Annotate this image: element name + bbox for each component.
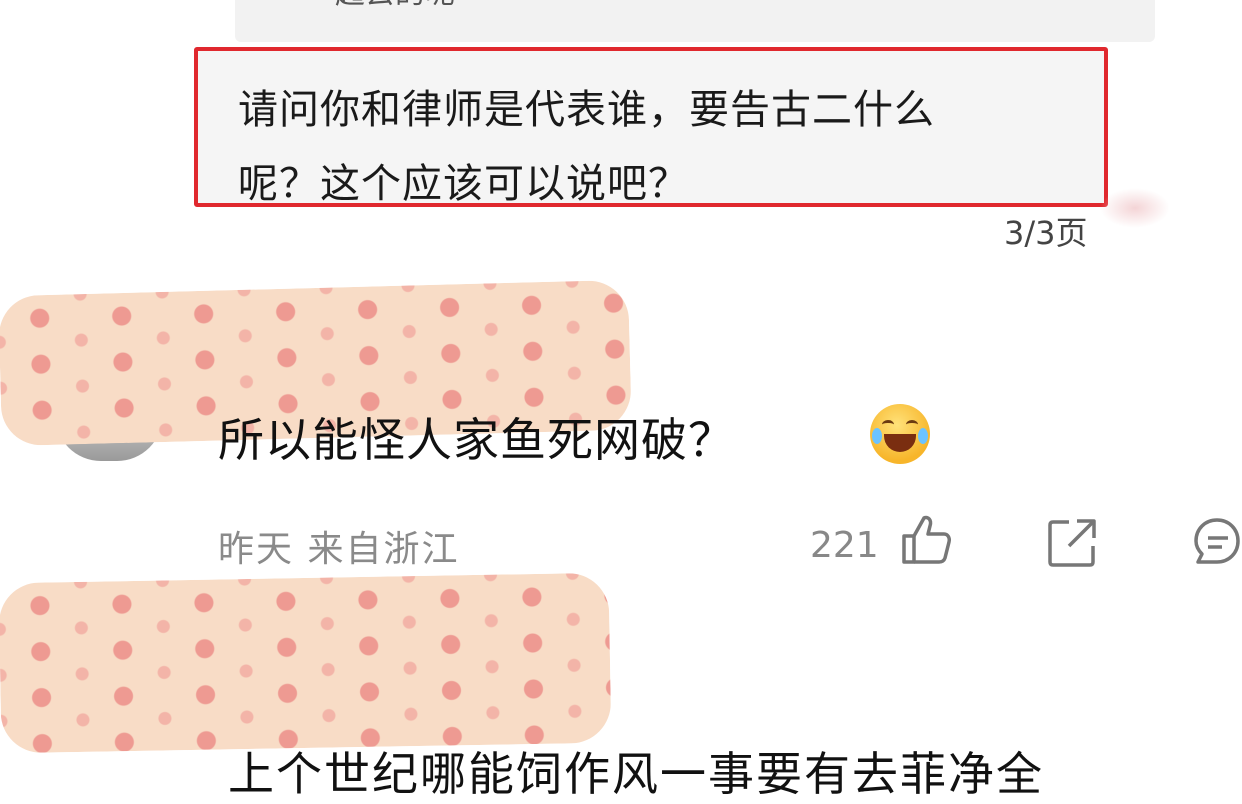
highlighted-quote-box: 请问你和律师是代表谁，要告古二什么 呢？这个应该可以说吧？ <box>194 47 1108 207</box>
quote-line-1: 请问你和律师是代表谁，要告古二什么 <box>238 87 935 133</box>
like-count: 221 <box>810 525 879 566</box>
share-icon[interactable] <box>1045 516 1099 570</box>
previous-quote: 一起去的呢 <box>235 0 1155 42</box>
comment-text: 所以能怪人家鱼死网破？ <box>218 413 735 467</box>
next-comment-text: 上个世纪哪能饲作风一事要有去菲净全 <box>228 747 1044 801</box>
comment-meta: 昨天 来自浙江 <box>218 520 459 572</box>
previous-quote-text: 一起去的呢 <box>305 0 455 12</box>
blurred-patch <box>1100 188 1170 228</box>
privacy-sticker-cover-2 <box>0 572 612 754</box>
laughing-crying-emoji-icon <box>870 404 930 464</box>
comment-time: 昨天 <box>218 529 295 570</box>
comment-location: 来自浙江 <box>307 529 460 570</box>
comment-icon[interactable] <box>1192 516 1242 566</box>
page-indicator[interactable]: 3/3页 <box>1004 208 1088 254</box>
thumbs-up-icon[interactable] <box>898 512 954 568</box>
quote-line-2: 呢？这个应该可以说吧？ <box>238 161 689 207</box>
